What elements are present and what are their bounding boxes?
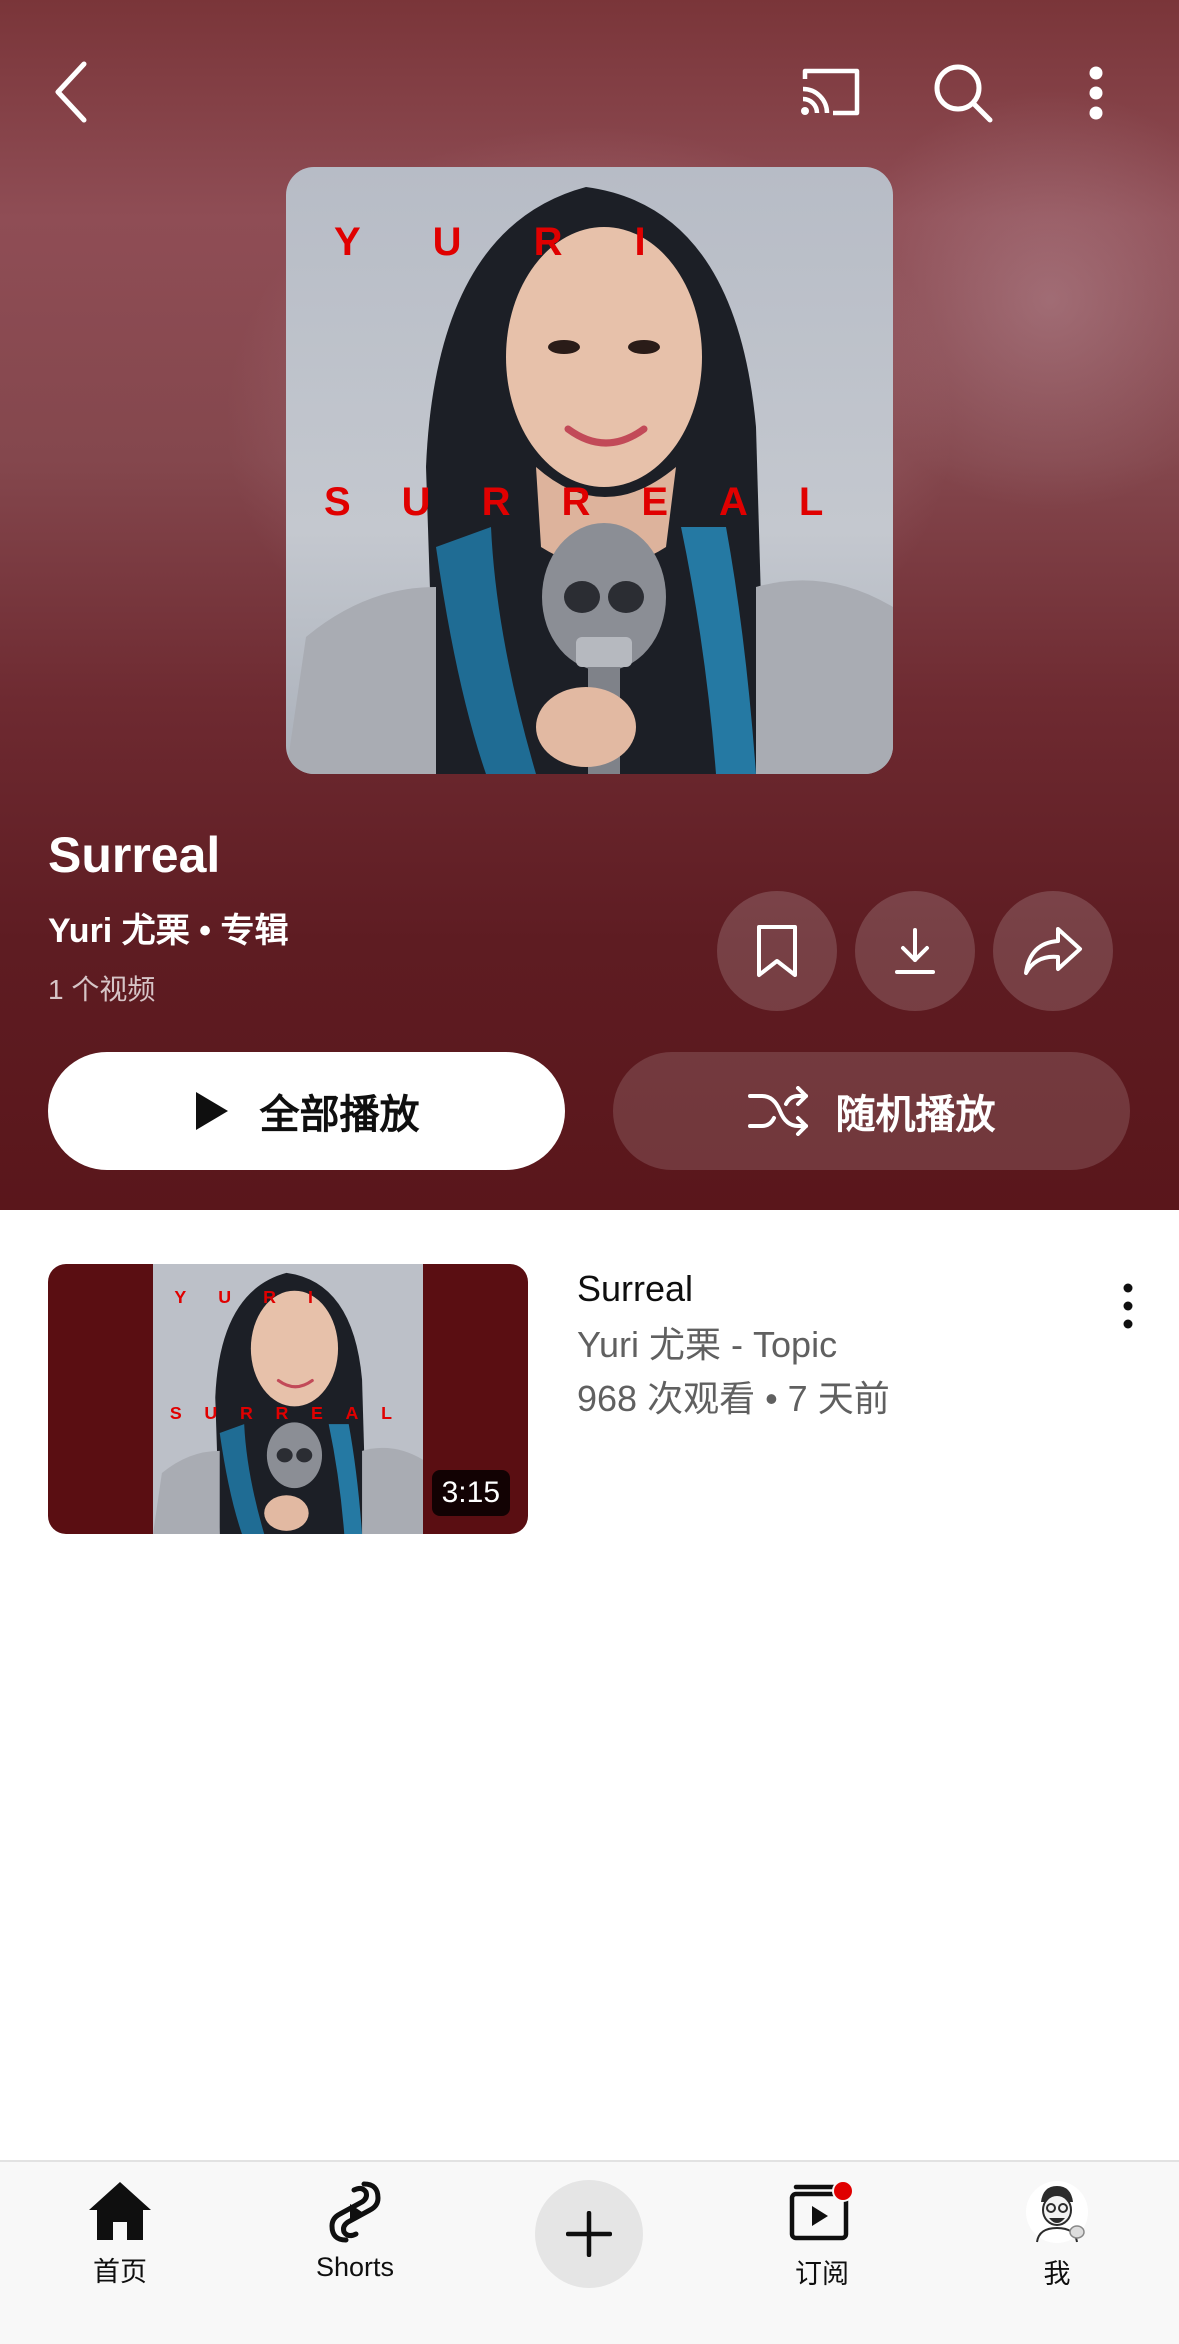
create-button[interactable] [535, 2180, 643, 2288]
video-channel: Yuri 尤栗 - Topic [577, 1324, 838, 1365]
nav-subscriptions-label: 订阅 [795, 2259, 849, 2289]
duration-badge: 3:15 [431, 1470, 510, 1516]
video-thumbnail[interactable]: YURI SURREAL 3:15 [48, 1264, 528, 1534]
share-icon [1024, 927, 1082, 975]
shuffle-icon [747, 1086, 808, 1136]
list-item[interactable]: YURI SURREAL 3:15 Surreal Yuri 尤栗 - Topi… [0, 1264, 1179, 1534]
more-vert-icon [1089, 66, 1103, 120]
album-cover: YURI SURREAL [286, 167, 893, 774]
shuffle-button[interactable]: 随机播放 [613, 1052, 1130, 1170]
album-header: YURI SURREAL Surreal Yuri 尤栗 • 专辑 1 个视频 … [0, 0, 1179, 1210]
shuffle-label: 随机播放 [835, 1093, 996, 1137]
more-button[interactable] [1078, 58, 1114, 128]
share-button[interactable] [993, 891, 1113, 1011]
more-vert-icon [1123, 1283, 1133, 1329]
download-button[interactable] [855, 891, 975, 1011]
nav-you[interactable]: 我 [977, 2180, 1137, 2310]
download-icon [895, 928, 935, 974]
cast-icon [801, 68, 860, 116]
search-icon [934, 64, 993, 123]
video-count: 1 个视频 [48, 974, 156, 1005]
bookmark-icon [757, 925, 797, 977]
back-button[interactable] [40, 52, 104, 132]
svg-text:SURREAL: SURREAL [170, 1403, 415, 1423]
shorts-icon [329, 2181, 381, 2243]
cast-button[interactable] [796, 60, 866, 124]
save-button[interactable] [717, 891, 837, 1011]
play-all-label: 全部播放 [259, 1093, 420, 1137]
video-title[interactable]: Surreal [577, 1268, 693, 1310]
home-icon [89, 2182, 151, 2240]
bottom-nav: 首页 Shorts 订阅 我 [0, 2160, 1179, 2344]
nav-home-label: 首页 [93, 2257, 147, 2287]
plus-icon [566, 2211, 612, 2257]
nav-subscriptions[interactable]: 订阅 [742, 2180, 902, 2310]
search-button[interactable] [928, 58, 998, 128]
nav-you-label: 我 [1043, 2259, 1071, 2289]
subscriptions-icon [789, 2180, 854, 2241]
svg-text:YURI: YURI [174, 1287, 345, 1307]
nav-home[interactable]: 首页 [40, 2180, 200, 2310]
avatar [1026, 2181, 1088, 2243]
cover-text-bottom: SURREAL [324, 480, 874, 524]
album-subtitle[interactable]: Yuri 尤栗 • 专辑 [48, 903, 289, 952]
play-icon [195, 1092, 228, 1130]
thumbnail-art: YURI SURREAL [153, 1264, 423, 1534]
play-all-button[interactable]: 全部播放 [48, 1052, 565, 1170]
album-cover-art: YURI SURREAL [286, 187, 893, 774]
cover-text-top: YURI [334, 220, 718, 264]
video-meta: 968 次观看 • 7 天前 [577, 1378, 890, 1419]
nav-shorts[interactable]: Shorts [275, 2180, 435, 2310]
video-more-button[interactable] [1108, 1276, 1148, 1336]
nav-shorts-label: Shorts [315, 2252, 395, 2282]
album-title: Surreal [48, 827, 221, 883]
back-arrow-icon [55, 61, 87, 123]
